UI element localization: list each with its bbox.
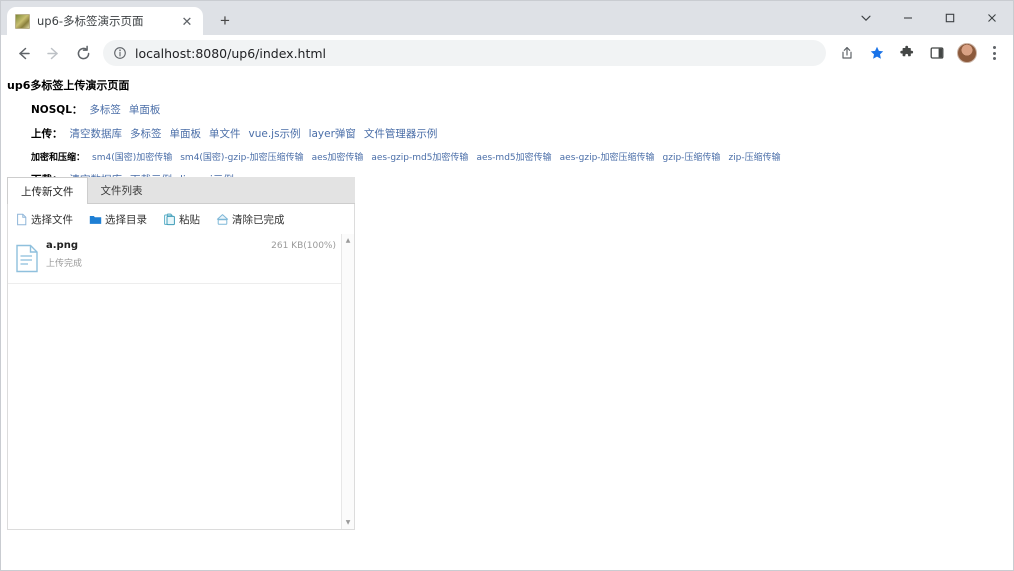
row-label: 上传： <box>31 128 63 140</box>
bookmark-star-icon[interactable] <box>864 40 890 66</box>
forward-icon[interactable] <box>39 39 67 67</box>
link-upload-vue[interactable]: vue.js示例 <box>249 126 301 141</box>
nav-row-upload: 上传： 清空数据库 多标签 单面板 单文件 vue.js示例 layer弹窗 文… <box>31 126 1013 141</box>
select-folder-button[interactable]: 选择目录 <box>88 212 147 227</box>
reload-icon[interactable] <box>69 39 97 67</box>
link-enc-zip[interactable]: zip-压缩传输 <box>728 150 780 163</box>
maximize-icon[interactable] <box>929 1 971 35</box>
tab-title: up6-多标签演示页面 <box>37 14 144 28</box>
paste-button[interactable]: 粘贴 <box>162 212 200 227</box>
button-label: 粘贴 <box>179 213 200 226</box>
file-header: a.png 261 KB(100%) <box>46 240 336 251</box>
row-links: 清空数据库 多标签 单面板 单文件 vue.js示例 layer弹窗 文件管理器… <box>70 126 446 141</box>
browser-tab[interactable]: up6-多标签演示页面 ✕ <box>7 7 203 35</box>
button-label: 选择文件 <box>31 213 73 226</box>
uploader-tabs: 上传新文件 文件列表 <box>7 177 355 204</box>
file-list-scrollbar[interactable]: ▲ ▼ <box>341 234 354 529</box>
link-enc-aes[interactable]: aes加密传输 <box>312 150 364 163</box>
file-size: 261 KB(100%) <box>271 241 336 251</box>
link-enc-aes-md5[interactable]: aes-md5加密传输 <box>476 150 551 163</box>
window-controls <box>845 1 1013 35</box>
link-nosql-multitab[interactable]: 多标签 <box>89 102 121 117</box>
file-status: 上传完成 <box>46 259 83 269</box>
link-enc-sm4-gzip[interactable]: sm4(国密)-gzip-加密压缩传输 <box>180 150 303 163</box>
row-links: sm4(国密)加密传输 sm4(国密)-gzip-加密压缩传输 aes加密传输 … <box>92 150 789 163</box>
browser-menu-icon[interactable] <box>983 40 1005 66</box>
new-tab-button[interactable]: + <box>211 6 239 34</box>
clear-completed-button[interactable]: 清除已完成 <box>215 212 285 227</box>
link-upload-singlepanel[interactable]: 单面板 <box>170 126 202 141</box>
browser-window: up6-多标签演示页面 ✕ + localhost:8080/up6/index… <box>0 0 1014 571</box>
close-window-icon[interactable] <box>971 1 1013 35</box>
scroll-down-icon[interactable]: ▼ <box>342 516 354 529</box>
nav-row-encryption: 加密和压缩： sm4(国密)加密传输 sm4(国密)-gzip-加密压缩传输 a… <box>31 150 1013 163</box>
page-title: up6多标签上传演示页面 <box>7 79 130 92</box>
uploader-toolbar: 选择文件 选择目录 粘贴 清除已完成 <box>7 204 355 234</box>
close-tab-icon[interactable]: ✕ <box>179 13 195 29</box>
file-icon <box>14 212 28 226</box>
tab-strip: up6-多标签演示页面 ✕ + <box>1 1 1013 35</box>
page-viewport: up6多标签上传演示页面 NOSQL： 多标签 单面板 上传： 清空数据库 多标… <box>1 71 1013 570</box>
link-upload-layer[interactable]: layer弹窗 <box>309 126 356 141</box>
link-nosql-singlepanel[interactable]: 单面板 <box>129 102 161 117</box>
tab-file-list[interactable]: 文件列表 <box>88 177 156 203</box>
link-upload-filemanager[interactable]: 文件管理器示例 <box>364 126 438 141</box>
nav-row-nosql: NOSQL： 多标签 单面板 <box>31 102 1013 117</box>
link-enc-sm4[interactable]: sm4(国密)加密传输 <box>92 150 172 163</box>
button-label: 清除已完成 <box>232 213 285 226</box>
link-enc-aes-gzip-md5[interactable]: aes-gzip-md5加密传输 <box>371 150 468 163</box>
row-links: 多标签 单面板 <box>89 102 168 117</box>
tab-upload-new-file[interactable]: 上传新文件 <box>7 177 88 204</box>
tab-search-icon[interactable] <box>845 1 887 35</box>
select-files-button[interactable]: 选择文件 <box>14 212 73 227</box>
file-list-item[interactable]: a.png 261 KB(100%) 上传完成 <box>8 234 354 284</box>
file-name: a.png <box>46 240 78 251</box>
link-upload-cleardb[interactable]: 清空数据库 <box>70 126 123 141</box>
navigation-bar: localhost:8080/up6/index.html <box>1 35 1013 71</box>
link-upload-singlefile[interactable]: 单文件 <box>209 126 241 141</box>
uploader-widget: 上传新文件 文件列表 选择文件 选择目录 粘贴 清除已完成 a.png 261 … <box>7 177 355 543</box>
paste-icon <box>162 212 176 226</box>
share-icon[interactable] <box>834 40 860 66</box>
link-upload-multitab[interactable]: 多标签 <box>130 126 162 141</box>
site-info-icon[interactable] <box>113 46 128 61</box>
back-icon[interactable] <box>9 39 37 67</box>
scroll-up-icon[interactable]: ▲ <box>342 234 354 247</box>
profile-avatar[interactable] <box>957 43 977 63</box>
tab-favicon <box>15 13 30 29</box>
url-text: localhost:8080/up6/index.html <box>135 45 327 61</box>
link-enc-aes-gzip[interactable]: aes-gzip-加密压缩传输 <box>560 150 655 163</box>
address-bar[interactable]: localhost:8080/up6/index.html <box>103 40 826 66</box>
folder-icon <box>88 212 102 226</box>
toolbar-icons <box>832 40 1005 66</box>
button-label: 选择目录 <box>105 213 147 226</box>
side-panel-icon[interactable] <box>924 40 950 66</box>
extensions-puzzle-icon[interactable] <box>894 40 920 66</box>
document-icon <box>14 244 40 276</box>
row-label: NOSQL： <box>31 104 83 116</box>
file-list: a.png 261 KB(100%) 上传完成 ▲ ▼ <box>7 234 355 530</box>
file-details: a.png 261 KB(100%) 上传完成 <box>46 240 348 283</box>
minimize-icon[interactable] <box>887 1 929 35</box>
link-enc-gzip[interactable]: gzip-压缩传输 <box>663 150 721 163</box>
row-label: 加密和压缩： <box>31 153 86 163</box>
clear-icon <box>215 212 229 226</box>
